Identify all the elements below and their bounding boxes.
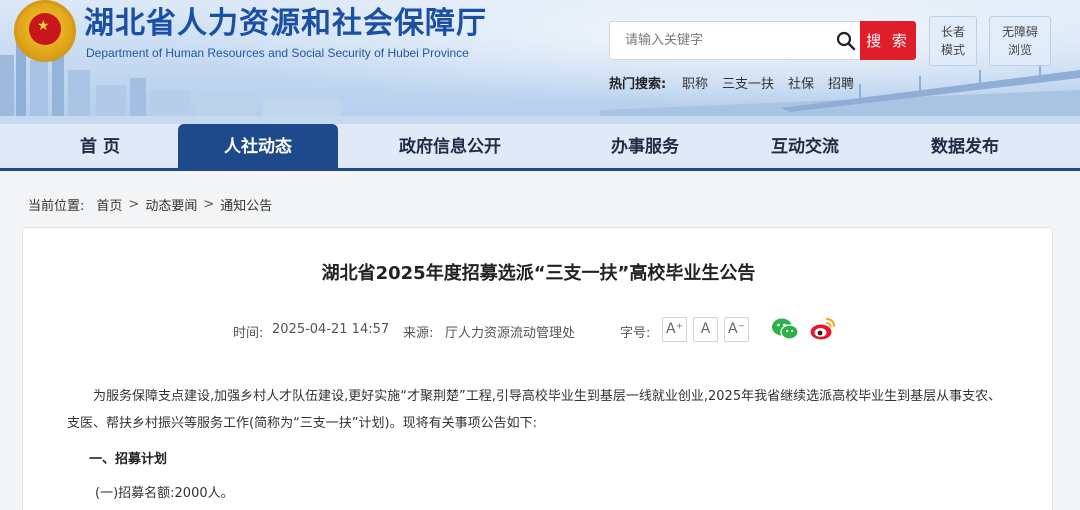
wechat-share-icon[interactable]	[771, 316, 799, 342]
article-card: 湖北省2025年度招募选派“三支一扶”高校毕业生公告 时间: 2025-04-2…	[22, 227, 1053, 510]
section-heading: 一、招募计划	[89, 452, 168, 467]
search-icon[interactable]	[836, 31, 856, 51]
elder-mode-label-line2: 模式	[940, 43, 965, 57]
article-paragraph: (一)招募名额:2000人。	[95, 486, 234, 501]
emblem-red-center: ★	[29, 13, 61, 45]
article-paragraph: 为服务保障支点建设,加强乡村人才队伍建设,更好实施“才聚荆楚”工程,引导高校毕业…	[67, 389, 1002, 431]
font-decrease-button[interactable]: A⁻	[724, 317, 749, 342]
breadcrumb-separator: >	[203, 197, 215, 212]
breadcrumb-link-news[interactable]: 动态要闻	[145, 195, 197, 214]
hot-search-label: 热门搜索:	[609, 77, 667, 92]
site-title[interactable]: 湖北省人力资源和社会保障厅	[84, 4, 487, 44]
hot-search-item[interactable]: 职称	[682, 73, 708, 92]
search-input[interactable]	[610, 22, 830, 59]
nav-item-data-release[interactable]: 数据发布	[890, 124, 1040, 171]
font-size-label: 字号:	[620, 326, 651, 341]
source-label: 来源:	[403, 326, 434, 341]
star-icon: ★	[37, 18, 50, 34]
hot-search-item[interactable]: 三支一扶	[722, 73, 774, 92]
publish-time: 2025-04-21 14:57	[272, 322, 390, 337]
national-emblem-logo: ★	[14, 0, 76, 62]
search-box	[609, 21, 860, 60]
font-reset-button[interactable]: A	[693, 317, 718, 342]
elder-mode-button[interactable]: 长者 模式	[929, 16, 977, 66]
nav-item-services[interactable]: 办事服务	[570, 124, 720, 171]
font-increase-button[interactable]: A⁺	[662, 317, 687, 342]
breadcrumb: 当前位置: 首页 > 动态要闻 > 通知公告	[28, 195, 272, 214]
nav-item-gov-info[interactable]: 政府信息公开	[370, 124, 530, 171]
nav-item-interaction[interactable]: 互动交流	[730, 124, 880, 171]
site-header: ★ 湖北省人力资源和社会保障厅 Department of Human Reso…	[0, 0, 1080, 124]
site-subtitle: Department of Human Resources and Social…	[86, 46, 469, 60]
search-button[interactable]: 搜 索	[860, 21, 916, 60]
accessibility-label-line1: 无障碍	[1001, 25, 1038, 39]
nav-item-home[interactable]: 首 页	[30, 124, 170, 171]
breadcrumb-link-home[interactable]: 首页	[96, 195, 122, 214]
accessibility-label-line2: 浏览	[1007, 43, 1032, 57]
breadcrumb-label: 当前位置:	[28, 199, 85, 214]
accessibility-button[interactable]: 无障碍 浏览	[989, 16, 1051, 66]
hot-search-item[interactable]: 招聘	[828, 73, 854, 92]
weibo-share-icon[interactable]	[809, 316, 837, 342]
source-value: 厅人力资源流动管理处	[445, 326, 576, 341]
elder-mode-label-line1: 长者	[940, 25, 965, 39]
hot-search-item[interactable]: 社保	[788, 73, 814, 92]
nav-item-hrss-news[interactable]: 人社动态	[178, 124, 338, 171]
article-title: 湖北省2025年度招募选派“三支一扶”高校毕业生公告	[321, 263, 756, 284]
publish-time-label: 时间:	[233, 326, 264, 341]
main-nav: 首 页 人社动态 政府信息公开 办事服务 互动交流 数据发布	[0, 124, 1080, 171]
hot-search-list: 职称 三支一扶 社保 招聘	[682, 73, 854, 92]
breadcrumb-separator: >	[128, 197, 140, 212]
breadcrumb-link-notices[interactable]: 通知公告	[220, 195, 272, 214]
